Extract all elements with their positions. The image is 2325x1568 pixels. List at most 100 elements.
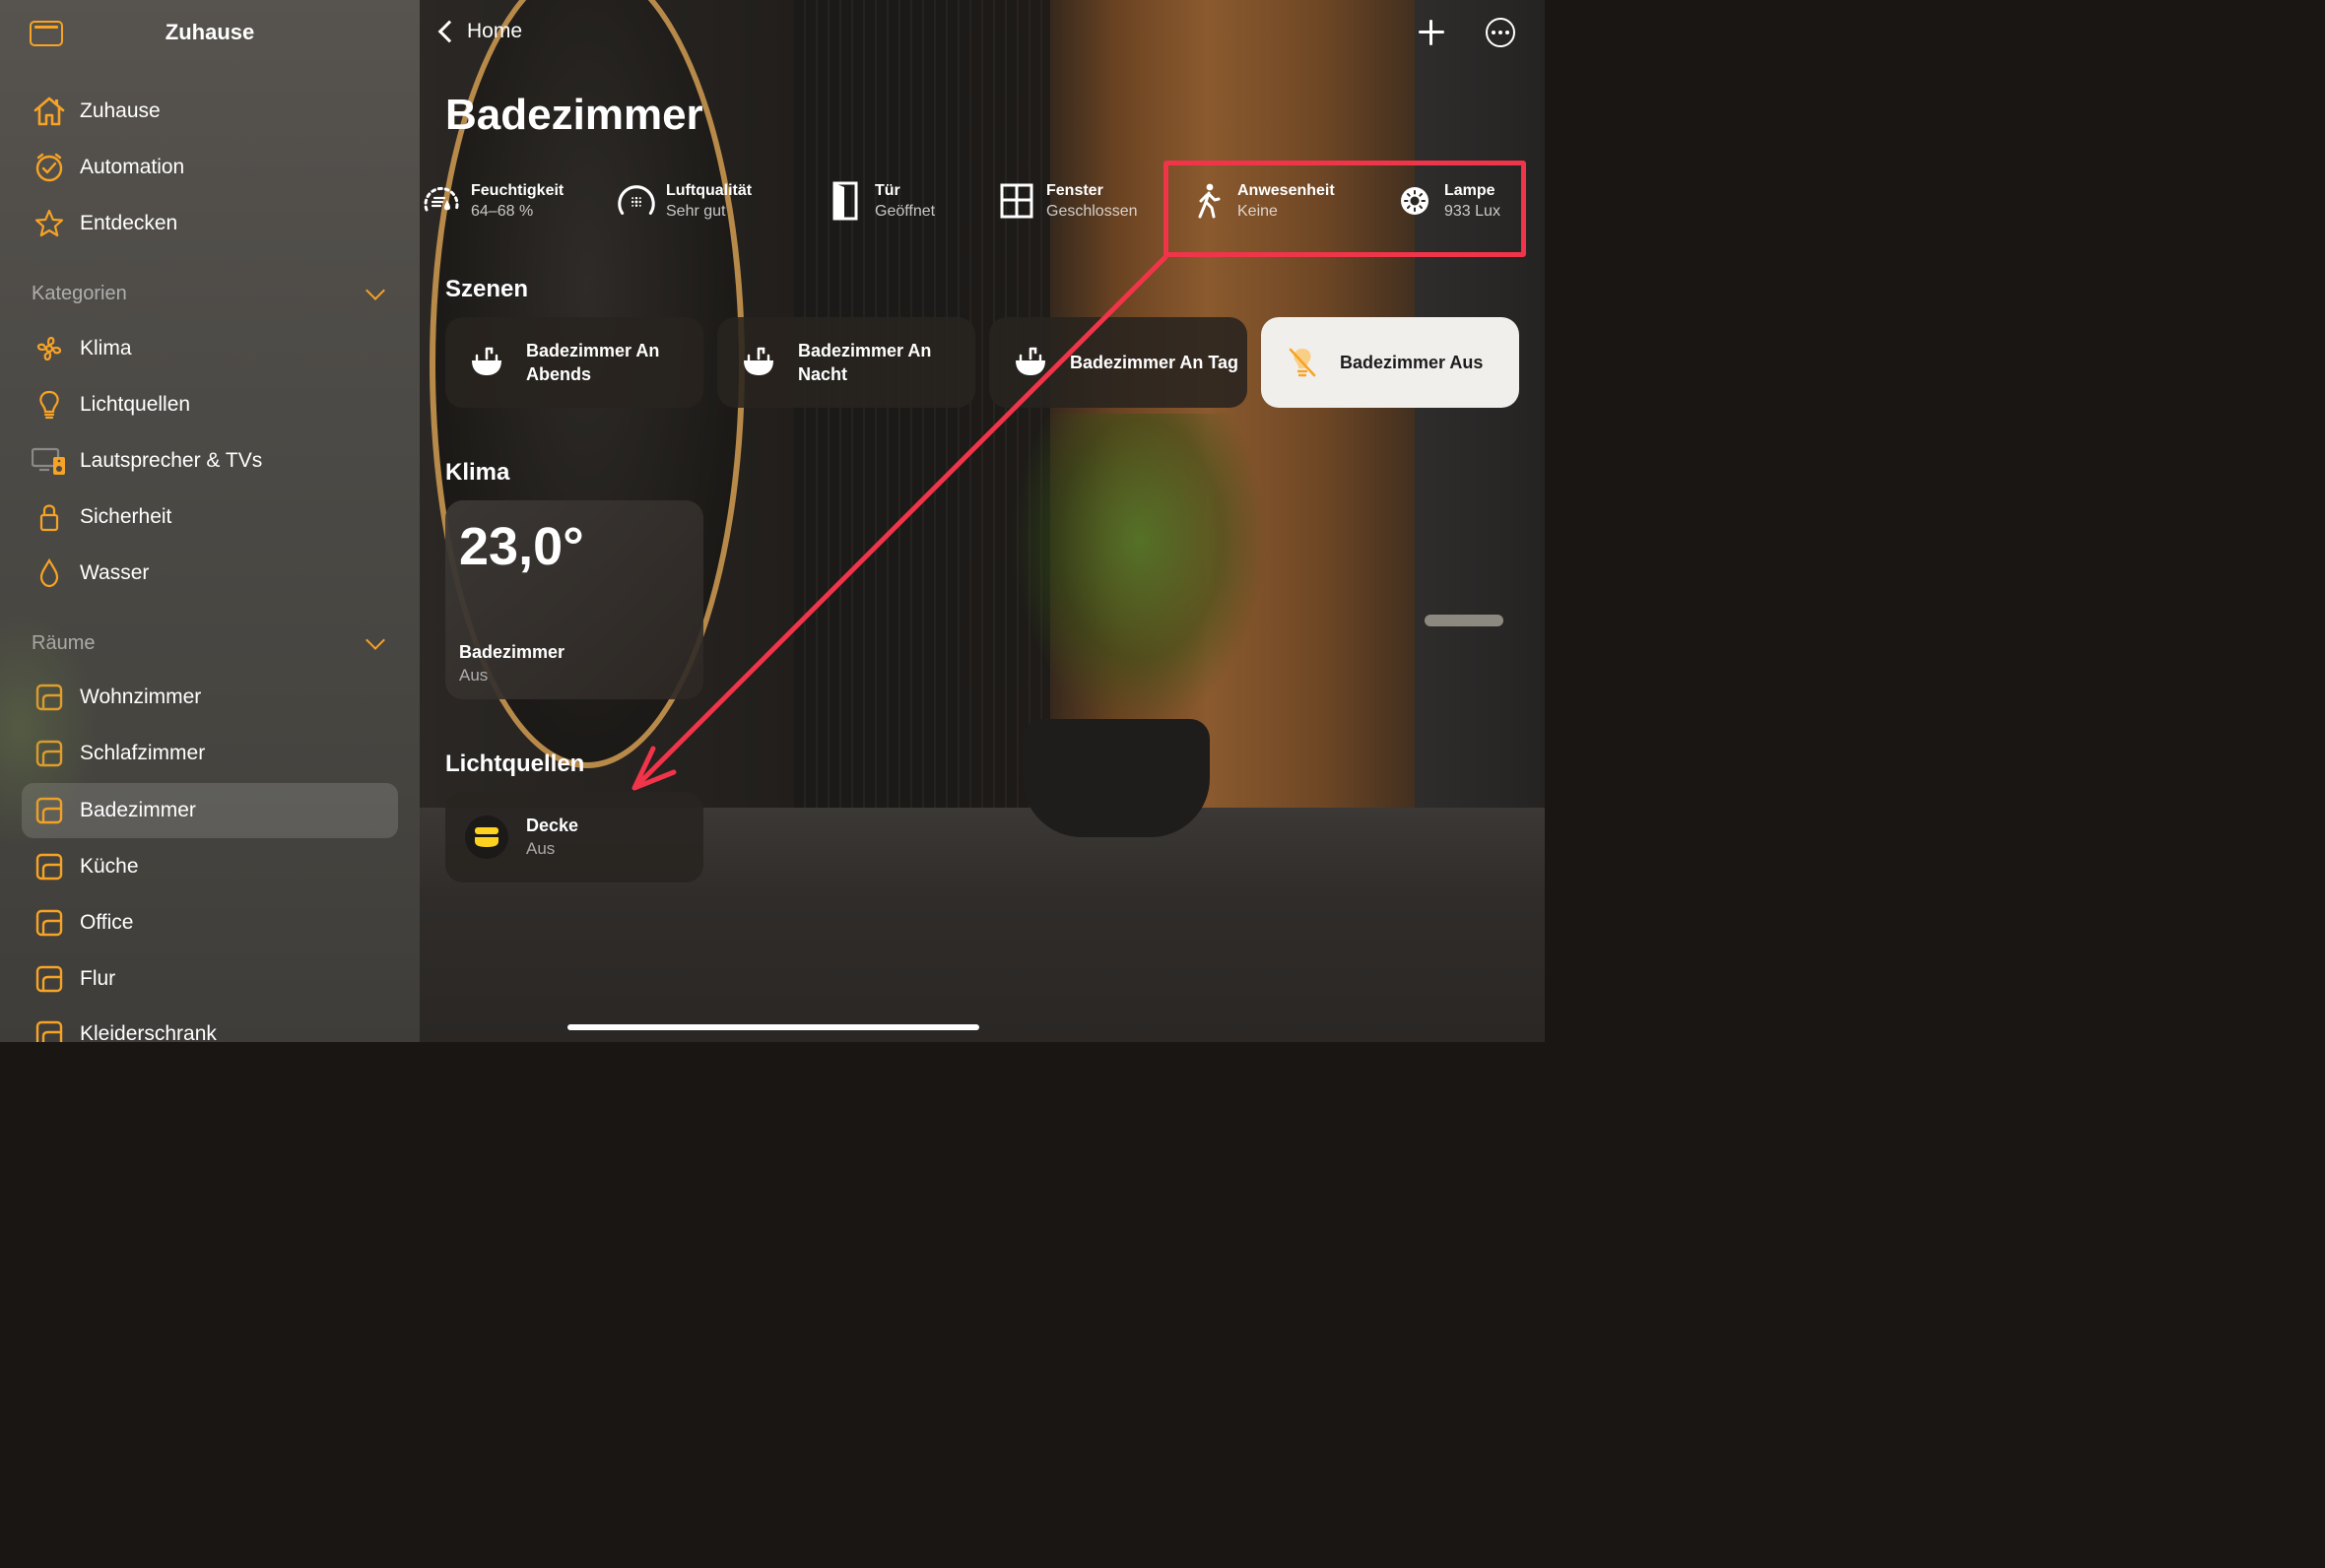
sidebar-item-badezimmer[interactable]: Badezimmer (22, 783, 398, 838)
room-icon (32, 680, 67, 715)
sidebar-item-schlafzimmer[interactable]: Schlafzimmer (22, 726, 398, 781)
room-icon (32, 793, 67, 828)
status-value: 64–68 % (471, 202, 534, 220)
scene-tile[interactable]: Badezimmer An Tag (989, 317, 1247, 408)
sidebar: Zuhause Zuhause Automation Entdecken Kat… (0, 0, 420, 1042)
room-icon (32, 1016, 67, 1042)
sidebar-header: Zuhause (0, 0, 420, 67)
scene-tile[interactable]: Badezimmer An Nacht (717, 317, 975, 408)
home-indicator[interactable] (567, 1024, 979, 1030)
rooms-header[interactable]: Räume (32, 628, 388, 658)
speaker-tv-icon (32, 443, 67, 479)
sidebar-item-label: Automation (80, 156, 185, 178)
sidebar-item-kueche[interactable]: Küche (22, 839, 398, 894)
sidebar-item-label: Zuhause (80, 99, 161, 122)
ceiling-light-icon[interactable] (465, 816, 508, 859)
scene-label: Badezimmer An Abends (526, 341, 660, 384)
room-icon (32, 905, 67, 941)
annotation-highlight-box (1163, 161, 1526, 257)
status-luftqualitaet[interactable]: Luftqualität Sehr gut (615, 173, 752, 229)
sidebar-item-label: Lautsprecher & TVs (80, 449, 263, 472)
fan-icon (32, 331, 67, 366)
status-tuer[interactable]: Tür Geöffnet (824, 173, 935, 229)
chevron-left-icon (437, 20, 461, 43)
back-label: Home (467, 20, 523, 42)
scene-label: Badezimmer Aus (1340, 353, 1484, 372)
sidebar-item-wohnzimmer[interactable]: Wohnzimmer (22, 670, 398, 725)
room-icon (32, 961, 67, 997)
sidebar-item-label: Kleiderschrank (80, 1022, 217, 1042)
sidebar-item-office[interactable]: Office (22, 895, 398, 950)
back-button[interactable]: Home (437, 20, 522, 43)
status-name: Tür (875, 181, 900, 199)
room-detail-view: Home Badezimmer Feuchtigkeit 64–68 % Luf… (420, 0, 1545, 1042)
sidebar-item-flur[interactable]: Flur (22, 951, 398, 1007)
drop-icon (32, 555, 67, 591)
page-title: Badezimmer (445, 91, 703, 139)
background-pot (1023, 719, 1210, 837)
rooms-header-label: Räume (32, 631, 96, 654)
thermostat-temperature: 23,0° (459, 517, 584, 576)
background-door-handle (1425, 615, 1503, 626)
status-name: Luftqualität (666, 181, 753, 199)
lock-icon (32, 499, 67, 535)
section-title-szenen: Szenen (445, 276, 529, 302)
thermostat-tile[interactable]: 23,0° Badezimmer Aus (445, 500, 703, 699)
sidebar-item-label: Entdecken (80, 212, 178, 234)
chevron-down-icon (365, 281, 385, 300)
humidity-icon (420, 179, 463, 223)
status-value: Geöffnet (875, 202, 936, 220)
sidebar-item-label: Sicherheit (80, 505, 172, 528)
sidebar-item-label: Flur (80, 967, 116, 990)
sidebar-item-label: Wohnzimmer (80, 686, 202, 708)
sidebar-item-wasser[interactable]: Wasser (22, 546, 398, 601)
star-icon (32, 206, 67, 241)
lightbulb-off-icon (1283, 343, 1322, 382)
sidebar-item-lautsprecher[interactable]: Lautsprecher & TVs (22, 433, 398, 489)
status-value: Sehr gut (666, 202, 726, 220)
status-name: Feuchtigkeit (471, 181, 565, 199)
air-quality-icon (615, 179, 658, 223)
sidebar-item-sicherheit[interactable]: Sicherheit (22, 490, 398, 545)
sink-icon (739, 343, 778, 382)
status-feuchtigkeit[interactable]: Feuchtigkeit 64–68 % (420, 173, 564, 229)
more-button[interactable] (1486, 18, 1515, 47)
background-plant (1011, 414, 1267, 729)
sidebar-item-label: Klima (80, 337, 132, 359)
light-state: Aus (526, 839, 556, 858)
sidebar-item-label: Wasser (80, 561, 150, 584)
room-icon (32, 736, 67, 771)
house-icon (32, 94, 67, 129)
sidebar-item-label: Lichtquellen (80, 393, 191, 416)
sidebar-item-lichtquellen[interactable]: Lichtquellen (22, 377, 398, 432)
categories-header[interactable]: Kategorien (32, 279, 388, 308)
sidebar-title: Zuhause (165, 20, 255, 44)
categories-header-label: Kategorien (32, 282, 127, 304)
sidebar-item-label: Schlafzimmer (80, 742, 206, 764)
status-value: Geschlossen (1046, 202, 1138, 220)
light-name: Decke (526, 816, 579, 835)
sidebar-item-label: Office (80, 911, 134, 934)
lightbulb-icon (32, 387, 67, 423)
door-icon (824, 179, 867, 223)
sidebar-item-zuhause[interactable]: Zuhause (22, 84, 398, 139)
scene-label: Badezimmer An Tag (1070, 353, 1239, 372)
sink-icon (467, 343, 506, 382)
add-button[interactable] (1417, 18, 1446, 47)
scene-tile[interactable]: Badezimmer Aus (1261, 317, 1519, 408)
chevron-down-icon (365, 630, 385, 650)
sink-icon (1011, 343, 1050, 382)
clock-check-icon (32, 150, 67, 185)
window-icon (995, 179, 1038, 223)
sidebar-item-entdecken[interactable]: Entdecken (22, 196, 398, 251)
sidebar-item-automation[interactable]: Automation (22, 140, 398, 195)
scene-tile[interactable]: Badezimmer An Abends (445, 317, 703, 408)
thermostat-name: Badezimmer (459, 642, 565, 662)
thermostat-state: Aus (459, 666, 489, 685)
sidebar-item-label: Badezimmer (80, 799, 196, 821)
status-fenster[interactable]: Fenster Geschlossen (995, 173, 1138, 229)
sidebar-item-klima[interactable]: Klima (22, 321, 398, 376)
light-tile-decke[interactable]: Decke Aus (445, 792, 703, 882)
sidebar-item-kleiderschrank[interactable]: Kleiderschrank (22, 1007, 398, 1042)
section-title-lichtquellen: Lichtquellen (445, 751, 585, 777)
